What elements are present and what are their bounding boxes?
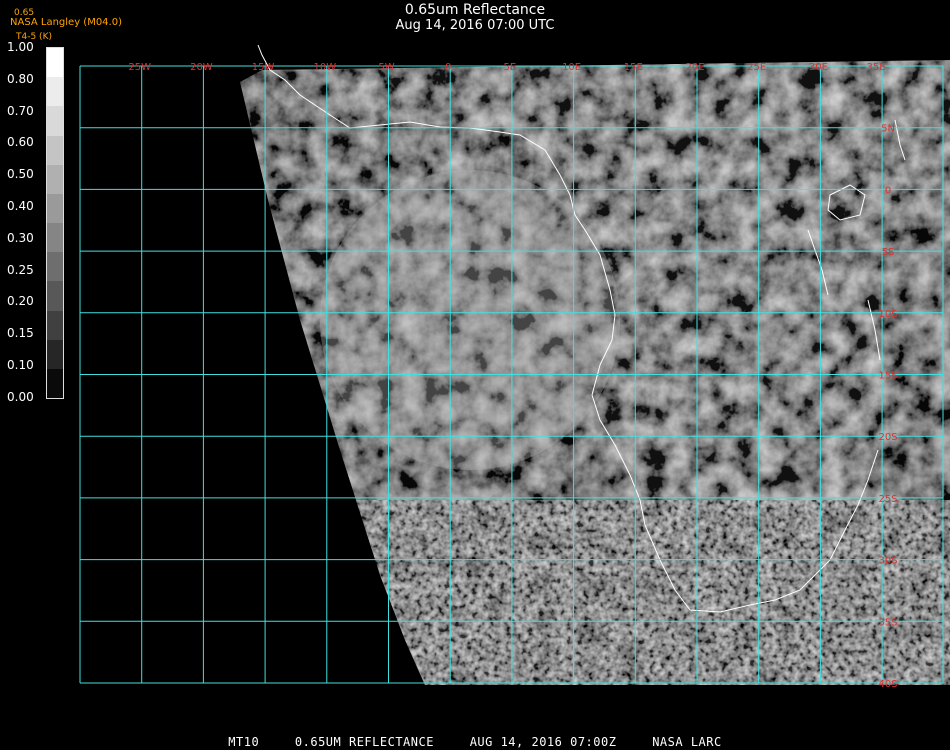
satellite-map: 25W 20W 15W 10W 5W 0 5E 10E 15E 20E 25E 30E 35E 5N 0 5…	[79, 44, 950, 690]
latitude-label: 40S	[878, 679, 897, 690]
chart-subtitle: Aug 14, 2016 07:00 UTC	[395, 18, 555, 33]
colorbar-tick-label: 0.10	[7, 358, 34, 372]
colorbar-segment	[47, 164, 63, 194]
colorbar-segment	[47, 48, 63, 78]
longitude-label: 5W	[378, 62, 394, 73]
footer-product: 0.65UM REFLECTANCE	[294, 735, 434, 749]
colorbar-segment	[47, 310, 63, 340]
colorbar-tick-label: 0.00	[7, 389, 34, 404]
footer-bar: MT10 0.65UM REFLECTANCE AUG 14, 2016 07:…	[0, 735, 950, 749]
colorbar-tick-label: 0.15	[7, 326, 34, 341]
longitude-label: 10W	[313, 62, 336, 73]
colorbar-tick-label: 0.60	[7, 135, 34, 150]
colorbar-segment	[47, 77, 63, 107]
colorbar-segment	[47, 135, 63, 165]
latitude-label: 30S	[878, 556, 897, 567]
latitude-label: 5S	[882, 247, 895, 258]
colorbar-segment	[47, 281, 63, 311]
colorbar-segment	[47, 368, 63, 399]
latitude-label: 35S	[878, 617, 897, 628]
colorbar-tick-label: 1.00	[7, 40, 34, 54]
colorbar-tick-label: 0.30	[7, 230, 34, 245]
latitude-label: 10S	[878, 309, 897, 320]
longitude-label: 20E	[685, 62, 704, 73]
latitude-label: 0	[885, 185, 891, 196]
footer-satellite: MT10	[228, 735, 260, 749]
longitude-label: 5E	[504, 62, 517, 73]
colorbar-segment	[47, 106, 63, 136]
colorbar	[46, 47, 64, 399]
colorbar-segment	[47, 339, 63, 369]
footer-source: NASA LARC	[652, 735, 722, 749]
latitude-label: 20S	[878, 432, 897, 443]
longitude-label: 35E	[867, 62, 886, 73]
footer-datetime: AUG 14, 2016 07:00Z	[469, 735, 617, 749]
latitude-label: 15S	[878, 371, 897, 382]
longitude-label: 30E	[809, 62, 828, 73]
latitude-label: 5N	[881, 124, 895, 135]
colorbar-tick-label: 0.20	[7, 294, 34, 309]
colorbar-segment	[47, 223, 63, 253]
colorbar-tick-label: 0.70	[7, 103, 34, 118]
longitude-label: 15W	[252, 62, 275, 73]
longitude-label: 10E	[562, 62, 581, 73]
longitude-label: 0	[445, 62, 451, 73]
longitude-label: 15E	[624, 62, 643, 73]
earth-disk	[240, 60, 950, 685]
latitude-label: 25S	[878, 494, 897, 505]
colorbar-segment	[47, 193, 63, 224]
colorbar-tick-label: 0.25	[7, 262, 34, 277]
colorbar-segment	[47, 252, 63, 282]
colorbar-tick-label: 0.40	[7, 199, 34, 213]
longitude-label: 20W	[190, 62, 213, 73]
colorbar-tick-label: 0.50	[7, 167, 34, 182]
credit-label: NASA Langley (M04.0)	[10, 17, 122, 28]
longitude-label: 25E	[747, 62, 766, 73]
colorbar-tick-label: 0.80	[7, 71, 34, 86]
longitude-label: 25W	[128, 62, 151, 73]
chart-title: 0.65um Reflectance	[404, 2, 546, 18]
